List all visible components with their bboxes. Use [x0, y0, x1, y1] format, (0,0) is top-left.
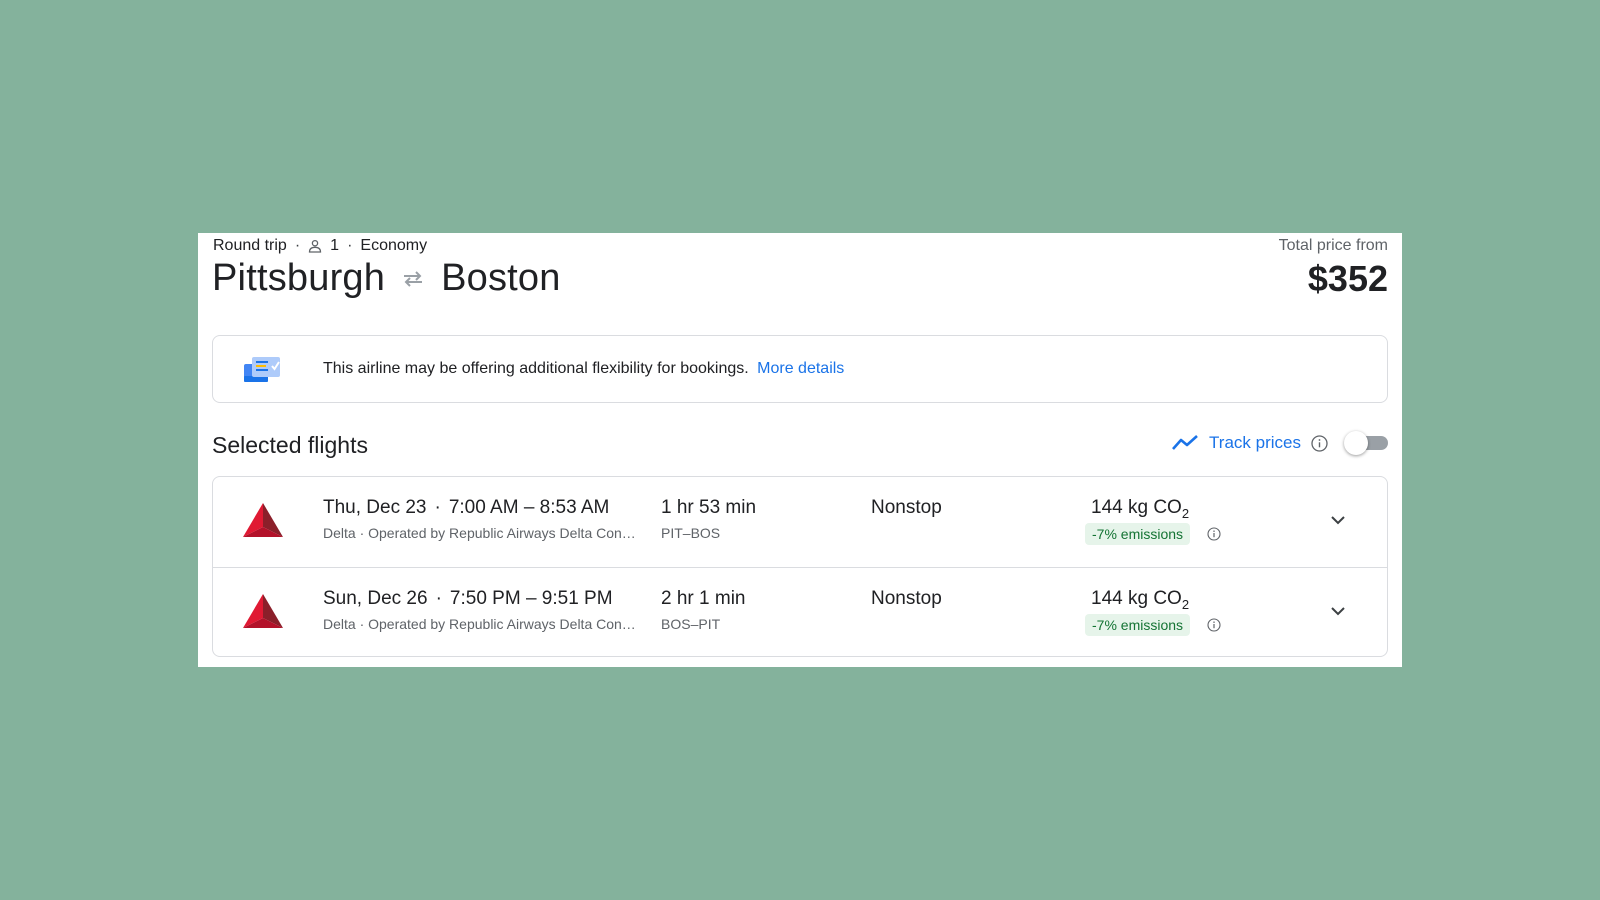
- airline-info: Delta · Operated by Republic Airways Del…: [323, 616, 636, 632]
- route-title: Pittsburgh Boston: [212, 257, 561, 300]
- flight-date: Thu, Dec 23: [323, 497, 427, 518]
- flight-stops: Nonstop: [871, 588, 942, 609]
- info-icon[interactable]: [1311, 434, 1328, 452]
- flight-duration: 1 hr 53 min: [661, 497, 757, 518]
- ticket-flex-icon: [244, 357, 280, 382]
- co2-value: 144 kg CO: [1091, 497, 1182, 518]
- chevron-down-icon[interactable]: [1327, 509, 1349, 531]
- flexibility-notice: This airline may be offering additional …: [212, 335, 1388, 403]
- section-title: Selected flights: [212, 432, 368, 458]
- airline-info: Delta · Operated by Republic Airways Del…: [323, 525, 636, 541]
- destination-city: Boston: [441, 257, 561, 299]
- flight-time-range: 7:50 PM – 9:51 PM: [449, 588, 613, 609]
- emissions-badge: -7% emissions: [1085, 523, 1191, 545]
- selected-flights-list: Thu, Dec 23 · 7:00 AM – 8:53 AM Delta · Op…: [212, 476, 1388, 657]
- total-price: $352: [1307, 258, 1388, 299]
- delta-logo-icon: [243, 594, 283, 628]
- separator-dot: ·: [435, 588, 442, 609]
- price-label: Total price from: [1278, 237, 1388, 254]
- emissions-badge: -7% emissions: [1085, 614, 1191, 636]
- person-icon: [309, 239, 322, 253]
- flight-duration: 2 hr 1 min: [661, 588, 746, 609]
- co2-subscript: 2: [1181, 505, 1190, 521]
- co2-emissions: 144 kg CO2: [1091, 497, 1189, 521]
- track-prices-label[interactable]: Track prices: [1209, 433, 1301, 453]
- toggle-knob: [1344, 431, 1368, 455]
- trip-type[interactable]: Round trip: [213, 237, 287, 255]
- more-details-link[interactable]: More details: [757, 360, 844, 377]
- separator-dot: ·: [294, 237, 301, 254]
- flight-airports: PIT–BOS: [661, 525, 721, 541]
- separator-dot: ·: [347, 237, 353, 254]
- trip-meta: Round trip · 1 · Economy: [213, 237, 427, 255]
- info-icon[interactable]: [1207, 527, 1221, 541]
- cabin-class[interactable]: Economy: [360, 237, 427, 255]
- track-prices-toggle[interactable]: [1344, 431, 1388, 455]
- chevron-down-icon[interactable]: [1327, 600, 1349, 622]
- flight-airports: BOS–PIT: [661, 616, 721, 632]
- trend-icon: [1172, 435, 1198, 450]
- flight-stops: Nonstop: [871, 497, 942, 518]
- delta-logo-icon: [243, 503, 283, 537]
- notice-text-wrap: This airline may be offering additional …: [323, 360, 844, 378]
- flight-summary-card: Round trip · 1 · Economy Pittsburgh Bost…: [198, 233, 1402, 667]
- flight-row[interactable]: Thu, Dec 23 · 7:00 AM – 8:53 AM Delta · Op…: [213, 477, 1387, 566]
- co2-emissions: 144 kg CO2: [1091, 588, 1189, 612]
- separator-dot: ·: [434, 497, 441, 518]
- flight-row[interactable]: Sun, Dec 26 · 7:50 PM – 9:51 PM Delta · Op…: [213, 567, 1387, 656]
- flight-times: Sun, Dec 26 · 7:50 PM – 9:51 PM: [323, 588, 613, 610]
- swap-arrows-icon: [404, 270, 423, 287]
- flight-times: Thu, Dec 23 · 7:00 AM – 8:53 AM: [323, 497, 609, 519]
- co2-subscript: 2: [1181, 596, 1190, 612]
- flight-date: Sun, Dec 26: [323, 588, 428, 609]
- passenger-count[interactable]: 1: [330, 237, 339, 255]
- info-icon[interactable]: [1207, 618, 1221, 632]
- co2-value: 144 kg CO: [1091, 588, 1182, 609]
- flight-time-range: 7:00 AM – 8:53 AM: [448, 497, 610, 518]
- origin-city: Pittsburgh: [212, 257, 386, 299]
- track-prices-control: Track prices: [1171, 431, 1388, 455]
- notice-text: This airline may be offering additional …: [323, 360, 749, 377]
